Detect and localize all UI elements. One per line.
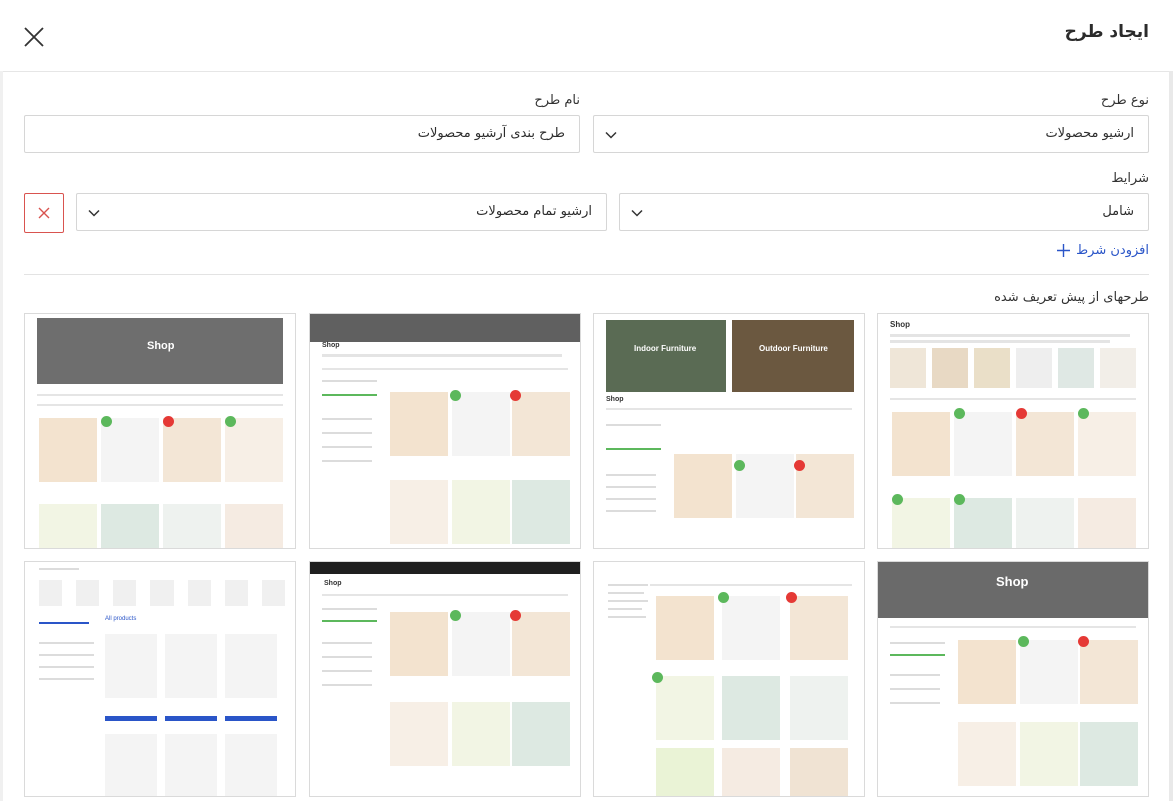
scroll-gutter-left	[0, 71, 3, 801]
plus-icon	[1057, 244, 1071, 257]
template-name-label: نام طرح	[534, 93, 580, 108]
template-thumbnail[interactable]: Shop	[877, 313, 1149, 549]
template-thumbnail[interactable]: Shop	[877, 561, 1149, 797]
template-thumbnail[interactable]: Shop	[309, 561, 581, 797]
close-icon[interactable]	[22, 25, 46, 49]
condition-target-select[interactable]: ارشیو تمام محصولات	[76, 193, 607, 231]
add-condition-label: افزودن شرط	[1076, 243, 1149, 258]
condition-mode-value: شامل	[1102, 204, 1134, 219]
template-type-label: نوع طرح	[1100, 93, 1149, 108]
thumb-hero: Shop	[147, 340, 175, 352]
template-name-input[interactable]: طرح بندی آرشیو محصولات	[24, 115, 580, 153]
thumb-heading: Shop	[606, 396, 624, 403]
thumb-hero-outdoor: Outdoor Furniture	[759, 344, 828, 353]
dialog-title: ایجاد طرح	[1064, 22, 1149, 42]
condition-target-value: ارشیو تمام محصولات	[476, 204, 592, 219]
chevron-down-icon	[87, 205, 101, 219]
template-thumbnail[interactable]: Indoor Furniture Outdoor Furniture Shop	[593, 313, 865, 549]
dialog-header: ایجاد طرح	[0, 0, 1173, 72]
thumb-hero-indoor: Indoor Furniture	[634, 344, 697, 353]
remove-condition-button[interactable]	[24, 193, 64, 233]
template-thumbnail[interactable]	[593, 561, 865, 797]
chevron-down-icon	[604, 127, 618, 141]
scrollbar-track[interactable]	[1169, 71, 1173, 801]
thumb-hero: Shop	[996, 574, 1029, 589]
close-icon	[38, 207, 50, 219]
template-type-select[interactable]: ارشیو محصولات	[593, 115, 1149, 153]
template-name-value: طرح بندی آرشیو محصولات	[417, 126, 565, 141]
chevron-down-icon	[630, 205, 644, 219]
section-divider	[24, 274, 1149, 275]
conditions-label: شرایط	[1111, 171, 1149, 186]
template-thumbnail[interactable]: All products	[24, 561, 296, 797]
thumb-heading: Shop	[324, 580, 342, 587]
thumb-heading: All products	[105, 616, 137, 622]
template-thumbnail[interactable]: Shop	[309, 313, 581, 549]
thumb-heading: Shop	[890, 320, 910, 329]
thumb-heading: Shop	[322, 342, 340, 349]
condition-mode-select[interactable]: شامل	[619, 193, 1149, 231]
predefined-templates-title: طرحهای از پیش تعریف شده	[994, 290, 1149, 305]
template-type-value: ارشیو محصولات	[1045, 126, 1134, 141]
add-condition-button[interactable]: افزودن شرط	[1057, 243, 1149, 258]
template-thumbnail[interactable]: Shop	[24, 313, 296, 549]
create-template-dialog: ایجاد طرح نوع طرح ارشیو محصولات نام طرح …	[0, 0, 1173, 801]
